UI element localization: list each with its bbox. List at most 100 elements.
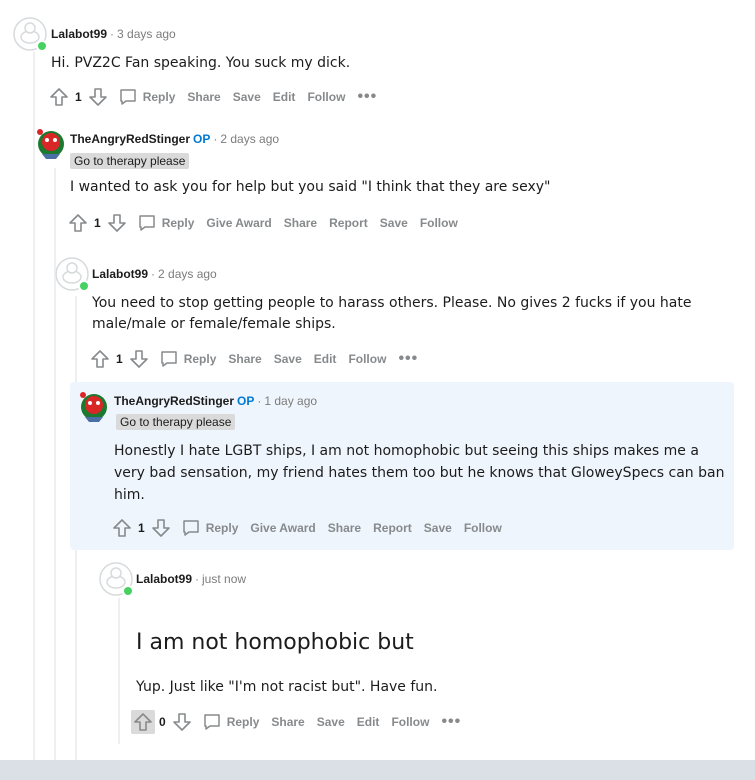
more-icon[interactable]: ••• [351, 88, 383, 106]
downvote-icon [129, 349, 149, 369]
comment-meta: Lalabot99 · 2 days ago [92, 266, 217, 282]
comment-meta: TheAngryRedStinger OP · 1 day ago [114, 393, 317, 409]
user-flair: Go to therapy please [70, 153, 190, 169]
comment-body: I wanted to ask you for help but you sai… [70, 179, 551, 195]
downvote-button[interactable] [149, 516, 173, 540]
comment-actions: 0 Reply Share Save Edit Follow ••• [131, 710, 467, 734]
follow-button[interactable]: Follow [385, 710, 435, 734]
edit-button[interactable]: Edit [351, 710, 386, 734]
edit-button[interactable]: Edit [308, 347, 343, 371]
share-button[interactable]: Share [181, 85, 226, 109]
save-button[interactable]: Save [374, 211, 414, 235]
comment-bubble-icon [159, 349, 179, 369]
follow-button[interactable]: Follow [414, 211, 464, 235]
separator: · [151, 267, 156, 281]
downvote-button[interactable] [86, 85, 110, 109]
author-link[interactable]: Lalabot99 [51, 27, 107, 41]
give-award-button[interactable]: Give Award [244, 516, 321, 540]
timestamp[interactable]: 2 days ago [220, 132, 279, 146]
save-button[interactable]: Save [418, 516, 458, 540]
separator: · [195, 572, 200, 586]
downvote-icon [88, 87, 108, 107]
comment-line: Honestly I hate LGBT ships, I am not hom… [114, 443, 699, 459]
upvote-icon [112, 518, 132, 538]
comment-body: You need to stop getting people to haras… [92, 293, 691, 335]
save-button[interactable]: Save [311, 710, 351, 734]
separator: · [213, 132, 218, 146]
give-award-button[interactable]: Give Award [200, 211, 277, 235]
edit-button[interactable]: Edit [267, 85, 302, 109]
avatar[interactable] [99, 562, 134, 597]
reply-button[interactable]: Reply [131, 209, 201, 237]
more-icon[interactable]: ••• [435, 713, 467, 731]
comment-meta: TheAngryRedStinger OP · 2 days ago [70, 131, 279, 147]
upvote-icon [90, 349, 110, 369]
separator: · [110, 27, 115, 41]
timestamp[interactable]: 1 day ago [264, 394, 317, 408]
comment-actions: 1 Reply Share Save Edit Follow ••• [47, 85, 383, 109]
online-indicator [122, 585, 134, 597]
more-icon[interactable]: ••• [392, 350, 424, 368]
downvote-icon [172, 712, 192, 732]
comment-line: You need to stop getting people to haras… [92, 295, 692, 311]
author-link[interactable]: Lalabot99 [136, 572, 192, 586]
downvote-icon [107, 213, 127, 233]
avatar-stinger-icon [34, 126, 68, 160]
upvote-button[interactable] [88, 347, 112, 371]
reply-button[interactable]: Reply [196, 708, 266, 736]
report-button[interactable]: Report [323, 211, 374, 235]
upvote-button[interactable] [66, 211, 90, 235]
follow-button[interactable]: Follow [301, 85, 351, 109]
upvote-button[interactable] [47, 85, 71, 109]
comment-heading: I am not homophobic but [136, 630, 414, 655]
page-background [0, 760, 755, 780]
author-link[interactable]: TheAngryRedStinger [114, 394, 234, 408]
author-link[interactable]: Lalabot99 [92, 267, 148, 281]
share-button[interactable]: Share [278, 211, 323, 235]
report-button[interactable]: Report [367, 516, 418, 540]
upvote-icon [133, 712, 153, 732]
reply-button[interactable]: Reply [112, 83, 182, 111]
follow-button[interactable]: Follow [458, 516, 508, 540]
comment-body: Yup. Just like "I'm not racist but". Hav… [136, 679, 438, 695]
op-badge: OP [193, 132, 211, 146]
comment-body: Honestly I hate LGBT ships, I am not hom… [114, 440, 724, 506]
vote-score: 1 [94, 216, 101, 230]
avatar[interactable] [55, 257, 90, 292]
share-button[interactable]: Share [222, 347, 267, 371]
upvote-button[interactable] [131, 710, 155, 734]
comment-bubble-icon [118, 87, 138, 107]
downvote-icon [151, 518, 171, 538]
online-indicator [78, 280, 90, 292]
downvote-button[interactable] [170, 710, 194, 734]
timestamp[interactable]: 3 days ago [117, 27, 176, 41]
timestamp[interactable]: 2 days ago [158, 267, 217, 281]
avatar[interactable] [13, 17, 48, 52]
comment-line: very bad sensation, my friend hates them… [114, 465, 725, 481]
comment-meta: Lalabot99 · just now [136, 571, 246, 587]
timestamp[interactable]: just now [202, 572, 246, 586]
comment-bubble-icon [137, 213, 157, 233]
user-flair: Go to therapy please [116, 414, 236, 430]
follow-button[interactable]: Follow [342, 347, 392, 371]
comment-actions: 1 Reply Share Save Edit Follow ••• [88, 347, 424, 371]
downvote-button[interactable] [105, 211, 129, 235]
save-button[interactable]: Save [227, 85, 267, 109]
share-button[interactable]: Share [265, 710, 310, 734]
save-button[interactable]: Save [268, 347, 308, 371]
share-button[interactable]: Share [322, 516, 367, 540]
author-link[interactable]: TheAngryRedStinger [70, 132, 190, 146]
reply-button[interactable]: Reply [153, 345, 223, 373]
comment-line: him. [114, 487, 145, 503]
threadline[interactable] [118, 598, 120, 744]
comment-actions: 1 Reply Give Award Share Report Save Fol… [66, 211, 464, 235]
comment-line: male/male or female/female ships. [92, 316, 336, 332]
upvote-button[interactable] [110, 516, 134, 540]
vote-score: 1 [116, 352, 123, 366]
avatar[interactable] [77, 389, 111, 423]
vote-score: 1 [138, 521, 145, 535]
comment-body: Hi. PVZ2C Fan speaking. You suck my dick… [51, 55, 351, 71]
downvote-button[interactable] [127, 347, 151, 371]
reply-button[interactable]: Reply [175, 514, 245, 542]
avatar[interactable] [34, 126, 68, 160]
